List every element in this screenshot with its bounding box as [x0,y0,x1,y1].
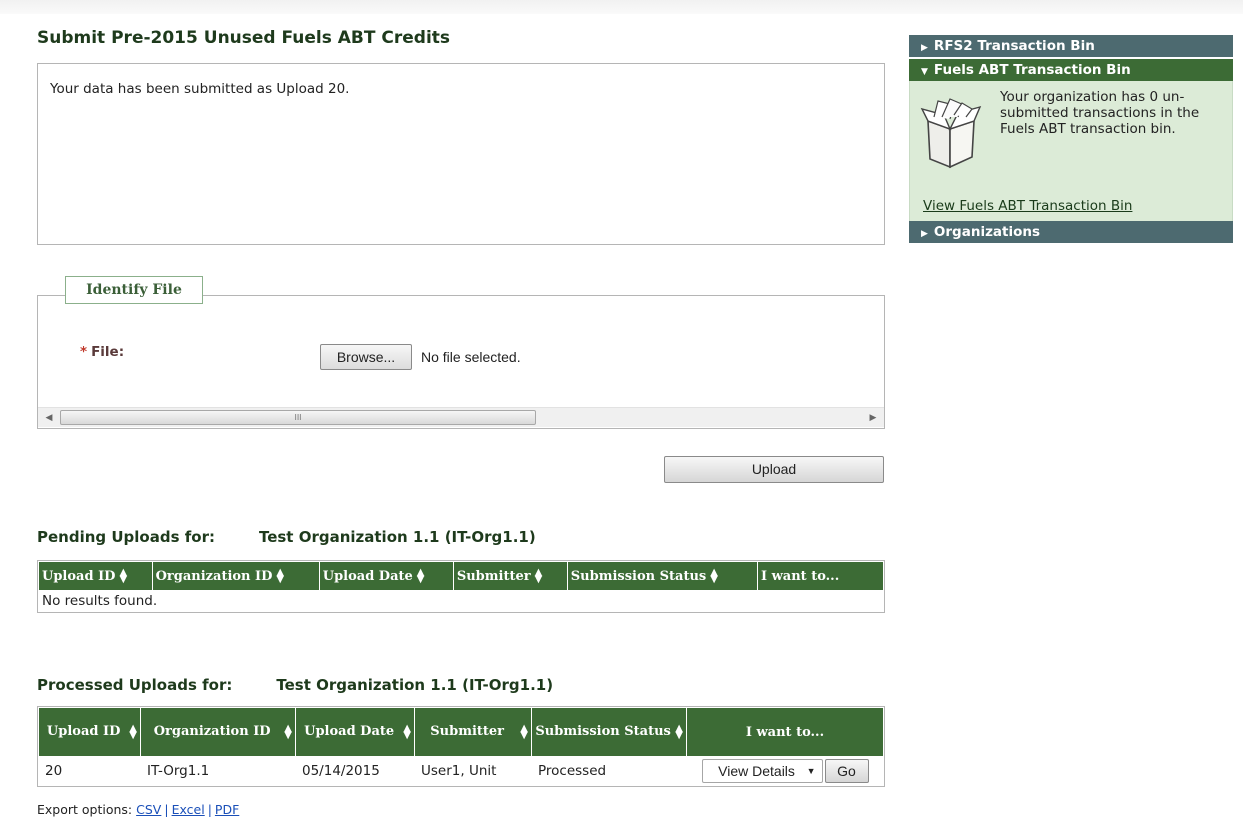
processed-header-row: Upload ID ▲ ▼ Organization ID ▲ ▼ Upload Dat… [39,708,883,756]
cell-status: Processed [538,763,607,779]
sort-icon[interactable]: ▲ ▼ [284,724,292,741]
scroll-left-arrow-icon[interactable]: ◀ [42,411,56,425]
col-label: Upload Date [322,568,413,584]
export-separator: | [164,802,169,817]
sort-icon[interactable]: ▲ ▼ [129,724,137,741]
pending-org-name: Test Organization 1.1 (IT-Org1.1) [258,528,536,546]
sort-icon[interactable]: ▲ ▼ [417,568,425,585]
top-rule [0,0,1243,14]
rfs2-label: RFS2 Transaction Bin [933,38,1095,54]
col-label: Organization ID [153,724,271,739]
col-upload-date[interactable]: Upload Date ▲ ▼ [296,708,414,756]
processed-heading-label: Processed Uploads for: [37,676,233,694]
cell-actions: View Details ▼ Go [687,757,883,785]
submission-message-box: Your data has been submitted as Upload 2… [37,63,885,245]
sort-icon[interactable]: ▲ ▼ [276,568,284,585]
col-label: Submission Status [570,568,707,584]
col-label: Organization ID [155,568,273,584]
organizations-header[interactable]: ▶ Organizations [909,221,1233,243]
sort-icon[interactable]: ▲ ▼ [520,724,528,741]
cell-organization-id: IT-Org1.1 [147,763,210,779]
export-separator: | [207,802,212,817]
col-submission-status[interactable]: Submission Status ▲ ▼ [567,562,757,590]
processed-uploads-table: Upload ID ▲ ▼ Organization ID ▲ ▼ Upload Dat… [37,706,885,787]
scroll-thumb[interactable]: III [60,410,536,425]
col-submitter[interactable]: Submitter ▲ ▼ [415,708,531,756]
required-marker: * [80,344,88,360]
col-label: Upload ID [46,724,121,739]
export-label: Export options: [37,802,133,817]
table-row: No results found. [39,591,883,611]
sort-icon[interactable]: ▲ ▼ [710,568,718,585]
col-organization-id[interactable]: Organization ID ▲ ▼ [141,708,295,756]
fuels-abt-transaction-bin-header[interactable]: ▼ Fuels ABT Transaction Bin [909,59,1233,81]
col-upload-id[interactable]: Upload ID ▲ ▼ [39,708,140,756]
file-label: * File: [80,344,124,360]
open-box-icon [920,98,982,169]
table-row: 20 IT-Org1.1 05/14/2015 User1, Unit Proc… [39,757,883,785]
pending-header-row: Upload ID ▲ ▼ Organization ID ▲ ▼ Upload Dat… [39,562,883,590]
sort-icon[interactable]: ▲ ▼ [535,568,543,585]
col-upload-id[interactable]: Upload ID ▲ ▼ [39,562,152,590]
col-upload-date[interactable]: Upload Date ▲ ▼ [319,562,453,590]
sidebar: ▶ RFS2 Transaction Bin ▼ Fuels ABT Transac… [909,35,1233,243]
pending-uploads-heading: Pending Uploads for: Test Organization 1.… [37,528,536,546]
export-csv-link[interactable]: CSV [136,802,161,817]
processed-uploads-heading: Processed Uploads for: Test Organization … [37,676,553,694]
col-organization-id[interactable]: Organization ID ▲ ▼ [152,562,319,590]
fuels-abt-bin-panel: Your organization has 0 un-submitted tra… [909,81,1233,221]
fuels-bin-message: Your organization has 0 un-submitted tra… [1000,89,1200,137]
sort-icon[interactable]: ▲ ▼ [675,724,683,741]
go-button[interactable]: Go [824,759,869,783]
sort-icon[interactable]: ▲ ▼ [403,724,411,741]
export-options: Export options: CSV | Excel | PDF [37,802,239,817]
organizations-label: Organizations [933,224,1041,240]
processed-org-name: Test Organization 1.1 (IT-Org1.1) [276,676,554,694]
caret-right-icon: ▶ [921,43,928,53]
empty-results-text: No results found. [42,593,158,609]
file-label-text: File: [91,344,125,360]
pending-uploads-table: Upload ID ▲ ▼ Organization ID ▲ ▼ Upload Dat… [37,560,885,613]
cell-submitter: User1, Unit [421,763,497,779]
sort-icon[interactable]: ▲ ▼ [119,568,127,585]
view-fuels-bin-link[interactable]: View Fuels ABT Transaction Bin [923,198,1132,214]
page-title: Submit Pre-2015 Unused Fuels ABT Credits [37,28,451,48]
pending-heading-label: Pending Uploads for: [37,528,215,546]
caret-down-icon: ▼ [921,67,928,77]
fuels-label: Fuels ABT Transaction Bin [933,62,1131,78]
action-select[interactable]: View Details ▼ [701,759,823,783]
export-excel-link[interactable]: Excel [172,802,205,817]
export-pdf-link[interactable]: PDF [215,802,239,817]
upload-button[interactable]: Upload [664,456,884,483]
chevron-down-icon: ▼ [806,766,816,776]
action-select-value: View Details [718,763,795,779]
caret-right-icon: ▶ [921,229,928,239]
rfs2-transaction-bin-header[interactable]: ▶ RFS2 Transaction Bin [909,35,1233,57]
col-label: Submitter [430,724,505,739]
identify-file-legend: Identify File [65,276,203,304]
col-label: Upload Date [304,724,395,739]
submission-message: Your data has been submitted as Upload 2… [50,81,350,97]
col-label: Submission Status [535,724,671,739]
col-submission-status[interactable]: Submission Status ▲ ▼ [532,708,686,756]
browse-button[interactable]: Browse... [320,344,412,370]
horizontal-scrollbar[interactable]: ◀ III ▶ [38,407,884,427]
cell-upload-date: 05/14/2015 [302,763,380,779]
col-label: Upload ID [42,568,116,584]
cell-upload-id: 20 [45,763,63,779]
no-file-text: No file selected. [421,349,521,365]
col-submitter[interactable]: Submitter ▲ ▼ [453,562,567,590]
col-actions: I want to... [687,708,883,756]
col-actions: I want to... [758,562,883,590]
scroll-right-arrow-icon[interactable]: ▶ [866,411,880,425]
col-label: Submitter [456,568,531,584]
